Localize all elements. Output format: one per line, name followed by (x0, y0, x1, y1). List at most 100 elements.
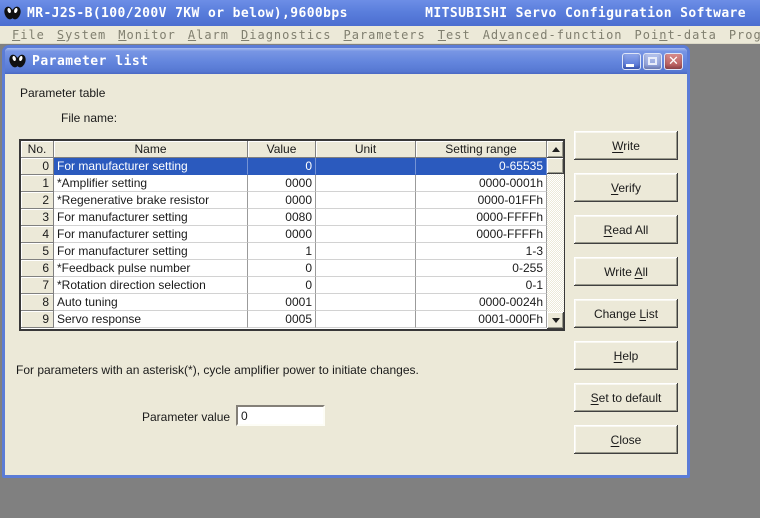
value-cell: 0000 (248, 175, 316, 192)
range-cell: 0-255 (416, 260, 547, 277)
vertical-scrollbar[interactable] (547, 141, 564, 329)
range-cell: 1-3 (416, 243, 547, 260)
unit-cell (316, 311, 416, 328)
value-cell: 0001 (248, 294, 316, 311)
row-no-cell: 6 (21, 260, 54, 277)
menu-item-parameters[interactable]: Parameters (338, 28, 432, 42)
row-no-cell: 3 (21, 209, 54, 226)
range-cell: 0000-FFFFh (416, 209, 547, 226)
set-to-default-button[interactable]: Set to default (574, 383, 678, 412)
change-list-button[interactable]: Change List (574, 299, 678, 328)
menu-item-advanced-function[interactable]: Advanced-function (477, 28, 629, 42)
range-cell: 0000-01FFh (416, 192, 547, 209)
row-no-cell: 8 (21, 294, 54, 311)
name-cell: *Rotation direction selection (54, 277, 248, 294)
table-row[interactable]: 0For manufacturer setting00-65535 (21, 158, 547, 175)
column-header: Unit (316, 141, 416, 158)
file-name-label: File name: (61, 111, 117, 125)
window-controls: ✕ (622, 53, 683, 70)
asterisk-note: For parameters with an asterisk(*), cycl… (16, 363, 419, 377)
dialog-titlebar[interactable]: Parameter list ✕ (5, 48, 687, 74)
value-cell: 0080 (248, 209, 316, 226)
table-row[interactable]: 6*Feedback pulse number0 0-255 (21, 260, 547, 277)
menu-item-point-data[interactable]: Point-data (629, 28, 723, 42)
name-cell: For manufacturer setting (54, 226, 248, 243)
unit-cell (316, 209, 416, 226)
name-cell: *Feedback pulse number (54, 260, 248, 277)
main-window-title: MR-J2S-B(100/200V 7KW or below),9600bps (27, 6, 348, 21)
menu-item-file[interactable]: File (6, 28, 51, 42)
value-cell: 1 (248, 243, 316, 260)
app-icon (4, 5, 21, 21)
row-no-cell: 2 (21, 192, 54, 209)
name-cell: For manufacturer setting (54, 158, 248, 175)
close-button[interactable]: Close (574, 425, 678, 454)
column-header: No. (21, 141, 54, 158)
scrollbar-thumb[interactable] (547, 158, 564, 174)
table-row[interactable]: 2*Regenerative brake resistor0000 0000-01… (21, 192, 547, 209)
range-cell: 0001-000Fh (416, 311, 547, 328)
range-cell: 0000-0001h (416, 175, 547, 192)
main-titlebar: MR-J2S-B(100/200V 7KW or below),9600bps … (0, 0, 760, 26)
parameter-list-window: Parameter list ✕ Parameter table File na… (2, 45, 690, 478)
minimize-button[interactable] (622, 53, 641, 70)
scroll-down-button[interactable] (547, 312, 564, 329)
table-row[interactable]: 1*Amplifier setting0000 0000-0001h (21, 175, 547, 192)
parameter-value-input[interactable] (236, 405, 325, 426)
value-cell: 0000 (248, 226, 316, 243)
unit-cell (316, 158, 416, 175)
parameter-table: No.NameValueUnitSetting range0For manufa… (19, 139, 565, 331)
dialog-body: Parameter table File name: No.NameValueU… (5, 74, 687, 475)
parameter-value-label: Parameter value (142, 410, 230, 424)
row-no-cell: 1 (21, 175, 54, 192)
unit-cell (316, 226, 416, 243)
arrow-up-icon (552, 147, 560, 152)
range-cell: 0000-0024h (416, 294, 547, 311)
menu-item-program-data[interactable]: Program-Data (723, 28, 760, 42)
maximize-icon (648, 57, 657, 65)
menu-item-diagnostics[interactable]: Diagnostics (235, 28, 337, 42)
name-cell: For manufacturer setting (54, 243, 248, 260)
value-cell: 0 (248, 260, 316, 277)
action-buttons: Write Verify Read All Write All Change List H… (574, 131, 678, 454)
table-row[interactable]: 7*Rotation direction selection00-1 (21, 277, 547, 294)
unit-cell (316, 277, 416, 294)
menu-item-monitor[interactable]: Monitor (112, 28, 182, 42)
row-no-cell: 7 (21, 277, 54, 294)
column-header: Value (248, 141, 316, 158)
write-button[interactable]: Write (574, 131, 678, 160)
name-cell: *Regenerative brake resistor (54, 192, 248, 209)
minimize-icon (626, 64, 634, 67)
screen: { "window": { "title_left": "MR-J2S-B(10… (0, 0, 760, 518)
unit-cell (316, 192, 416, 209)
table-row[interactable]: 3For manufacturer setting0080 0000-FFFFh (21, 209, 547, 226)
menu-item-alarm[interactable]: Alarm (182, 28, 235, 42)
table-row[interactable]: 8Auto tuning00010000-0024h (21, 294, 547, 311)
close-button[interactable]: ✕ (664, 53, 683, 70)
table-row[interactable]: 4For manufacturer setting0000 0000-FFFFh (21, 226, 547, 243)
parameter-table-label: Parameter table (20, 86, 105, 100)
read-all-button[interactable]: Read All (574, 215, 678, 244)
unit-cell (316, 260, 416, 277)
dialog-icon (9, 53, 26, 69)
range-cell: 0000-FFFFh (416, 226, 547, 243)
unit-cell (316, 294, 416, 311)
menu-bar: FileSystemMonitorAlarmDiagnosticsParamet… (0, 26, 760, 44)
range-cell: 0-1 (416, 277, 547, 294)
help-button[interactable]: Help (574, 341, 678, 370)
column-header: Name (54, 141, 248, 158)
name-cell: *Amplifier setting (54, 175, 248, 192)
unit-cell (316, 243, 416, 260)
maximize-button[interactable] (643, 53, 662, 70)
name-cell: For manufacturer setting (54, 209, 248, 226)
menu-item-system[interactable]: System (51, 28, 112, 42)
row-no-cell: 0 (21, 158, 54, 175)
verify-button[interactable]: Verify (574, 173, 678, 202)
scroll-up-button[interactable] (547, 141, 564, 158)
value-cell: 0000 (248, 192, 316, 209)
table-row[interactable]: 5For manufacturer setting11-3 (21, 243, 547, 260)
row-no-cell: 4 (21, 226, 54, 243)
write-all-button[interactable]: Write All (574, 257, 678, 286)
table-row[interactable]: 9Servo response00050001-000Fh (21, 311, 547, 328)
menu-item-test[interactable]: Test (432, 28, 477, 42)
